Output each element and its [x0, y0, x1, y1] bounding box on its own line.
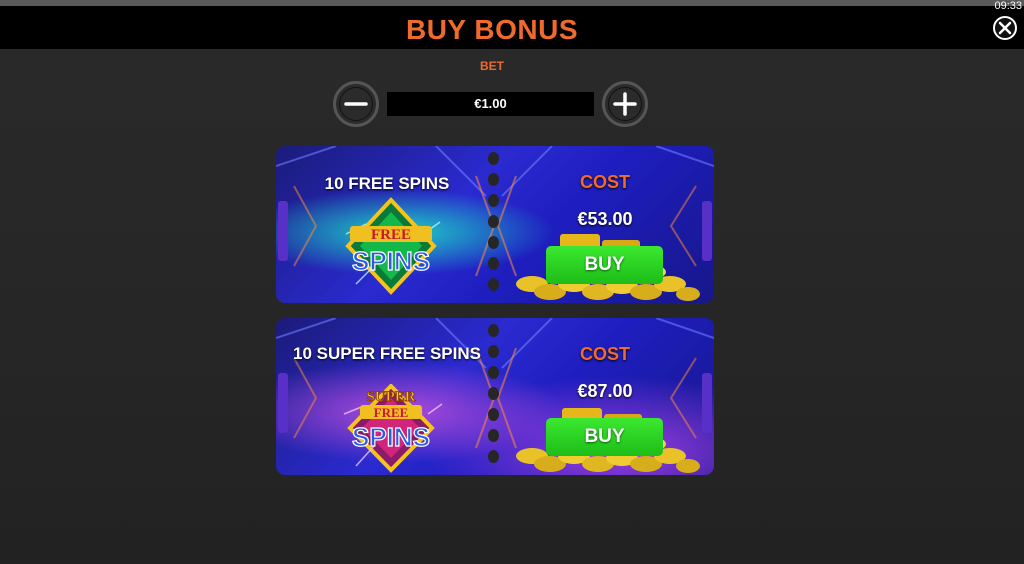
card-pillar-right: [702, 373, 712, 433]
perforation-dot: [488, 408, 499, 421]
offer-title: 10 FREE SPINS: [324, 174, 450, 193]
close-icon: [998, 21, 1012, 35]
perforation-dot: [488, 345, 499, 358]
perforation-dot: [488, 366, 499, 379]
increase-bet-button[interactable]: [602, 81, 648, 127]
logo-line-free: FREE: [371, 227, 411, 243]
bet-value: €1.00: [387, 92, 594, 116]
perforation-dot: [488, 173, 499, 186]
card-pillar-left: [278, 373, 288, 433]
super-free-spins-logo: SUPER FREE SPINS: [343, 384, 443, 473]
perforation-dot: [488, 324, 499, 337]
close-button[interactable]: [993, 16, 1017, 40]
perforation-dot: [488, 152, 499, 165]
clock: 09:33: [994, 0, 1022, 12]
offer-card-free-spins: 10 FREE SPINS FREE SPINS COST €53.00 BUY: [276, 146, 714, 303]
logo-line-spins: SPINS: [352, 246, 430, 276]
offer-title: 10 SUPER FREE SPINS: [292, 344, 481, 363]
logo-line-spins: SPINS: [352, 422, 430, 452]
perforation-dot: [488, 450, 499, 463]
decrease-bet-button[interactable]: [333, 81, 379, 127]
free-spins-logo: FREE SPINS: [345, 197, 441, 295]
perforation-dot: [488, 236, 499, 249]
ticket-perforation: [486, 324, 502, 474]
perforation-dot: [488, 257, 499, 270]
perforation-dot: [488, 194, 499, 207]
bet-label: BET: [480, 59, 504, 73]
perforation-dot: [488, 387, 499, 400]
perforation-dot: [488, 278, 499, 291]
plus-icon: [613, 92, 637, 116]
header-bar: BUY BONUS: [0, 6, 1024, 49]
logo-line-super: SUPER: [366, 389, 415, 405]
buy-free-spins-button[interactable]: BUY: [546, 246, 663, 284]
card-pillar-right: [702, 201, 712, 261]
perforation-dot: [488, 215, 499, 228]
perforation-dot: [488, 429, 499, 442]
minus-icon: [344, 102, 368, 106]
offer-card-super-free-spins: 10 SUPER FREE SPINS SUPER FREE SPINS COS…: [276, 318, 714, 475]
cost-label: COST: [579, 172, 630, 192]
card-pillar-left: [278, 201, 288, 261]
ticket-perforation: [486, 152, 502, 302]
cost-label: COST: [579, 344, 630, 364]
buy-super-free-spins-button[interactable]: BUY: [546, 418, 663, 456]
logo-line-free: FREE: [374, 405, 409, 420]
page-title: BUY BONUS: [405, 14, 578, 45]
